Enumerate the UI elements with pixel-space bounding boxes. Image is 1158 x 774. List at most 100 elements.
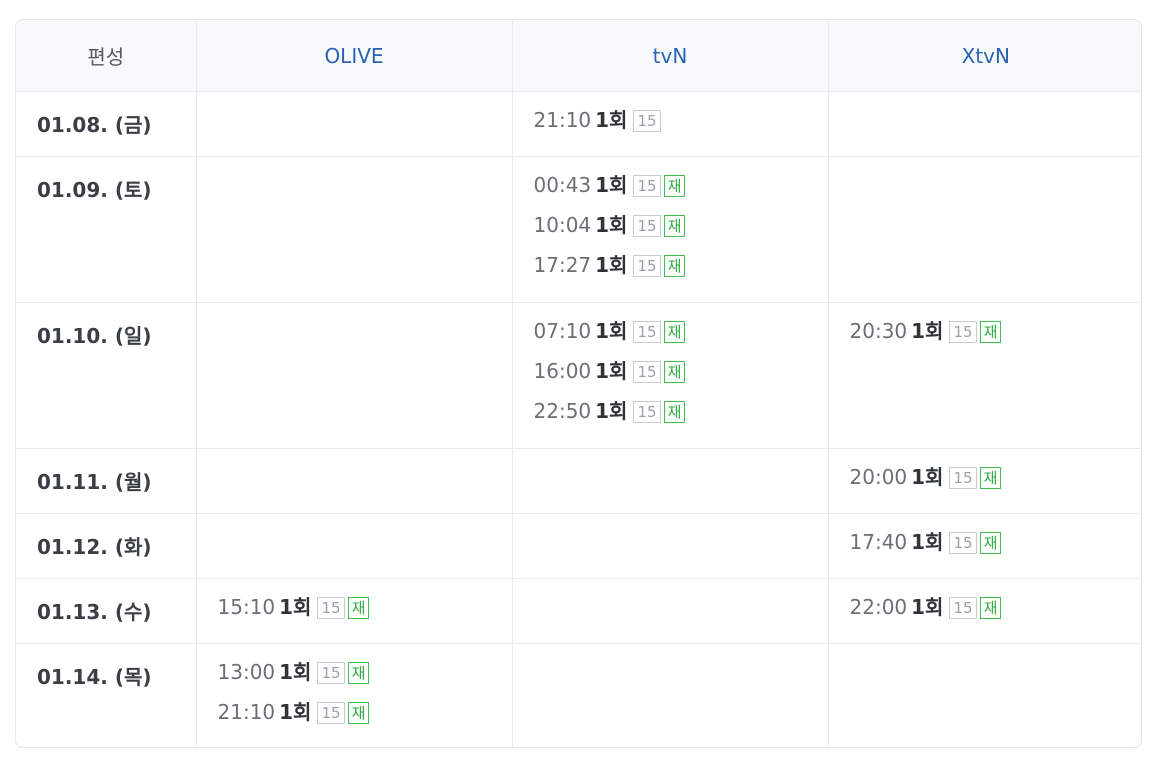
- air-time: 22:00: [849, 595, 908, 619]
- row-date: 01.08. (금): [16, 91, 197, 157]
- cell-tvn: 07:10 1회 15 재 16:00 1회 15 재 22:50 1회 15 재: [512, 302, 829, 449]
- cell-olive: [196, 448, 513, 514]
- broadcast-slot[interactable]: 21:10 1회 15 재: [218, 701, 492, 741]
- broadcast-slot[interactable]: 20:00 1회 15 재: [850, 466, 1124, 506]
- episode-label: 1회: [911, 465, 944, 489]
- broadcast-slot[interactable]: 21:10 1회 15: [534, 109, 808, 149]
- cell-xtvn: 17:40 1회 15 재: [828, 513, 1141, 579]
- air-time: 21:10: [533, 108, 592, 132]
- cell-olive: 15:10 1회 15 재: [196, 578, 513, 644]
- age-rating-badge: 15: [633, 401, 661, 423]
- schedule-table: 편성 OLIVE tvN XtvN 01.08. (금) 21:10 1회 15 01.…: [16, 20, 1141, 748]
- air-time: 21:10: [217, 700, 276, 724]
- age-rating-badge: 15: [633, 175, 661, 197]
- broadcast-slot[interactable]: 22:50 1회 15 재: [534, 400, 808, 440]
- air-time: 16:00: [533, 359, 592, 383]
- rerun-badge: 재: [663, 255, 686, 277]
- episode-label: 1회: [911, 530, 944, 554]
- cell-xtvn: [828, 91, 1141, 157]
- broadcast-slot[interactable]: 17:27 1회 15 재: [534, 254, 808, 294]
- air-time: 20:00: [849, 465, 908, 489]
- broadcast-slot[interactable]: 22:00 1회 15 재: [850, 596, 1124, 636]
- broadcast-slot[interactable]: 20:30 1회 15 재: [850, 320, 1124, 360]
- rerun-badge: 재: [979, 532, 1002, 554]
- broadcast-slot[interactable]: 17:40 1회 15 재: [850, 531, 1124, 571]
- air-time: 13:00: [217, 660, 276, 684]
- age-rating-badge: 15: [949, 532, 977, 554]
- cell-xtvn: 20:00 1회 15 재: [828, 448, 1141, 514]
- header-schedule: 편성: [16, 20, 197, 92]
- cell-tvn: [512, 513, 829, 579]
- row-date: 01.13. (수): [16, 578, 197, 644]
- episode-label: 1회: [595, 319, 628, 343]
- rerun-badge: 재: [979, 321, 1002, 343]
- header-channel-tvn[interactable]: tvN: [512, 20, 829, 92]
- rerun-badge: 재: [347, 702, 370, 724]
- rerun-badge: 재: [663, 321, 686, 343]
- episode-label: 1회: [595, 213, 628, 237]
- episode-label: 1회: [279, 595, 312, 619]
- cell-xtvn: [828, 156, 1141, 303]
- table-header-row: 편성 OLIVE tvN XtvN: [16, 20, 1141, 92]
- row-date: 01.12. (화): [16, 513, 197, 579]
- table-row: 01.14. (목) 13:00 1회 15 재 21:10 1회 15 재: [16, 643, 1141, 748]
- cell-xtvn: 20:30 1회 15 재: [828, 302, 1141, 449]
- age-rating-badge: 15: [633, 215, 661, 237]
- episode-label: 1회: [595, 253, 628, 277]
- episode-label: 1회: [279, 700, 312, 724]
- episode-label: 1회: [279, 660, 312, 684]
- air-time: 22:50: [533, 399, 592, 423]
- broadcast-slot[interactable]: 00:43 1회 15 재: [534, 174, 808, 214]
- rerun-badge: 재: [979, 597, 1002, 619]
- cell-olive: [196, 91, 513, 157]
- cell-xtvn: [828, 644, 1141, 748]
- episode-label: 1회: [595, 108, 628, 132]
- schedule-table-container: 편성 OLIVE tvN XtvN 01.08. (금) 21:10 1회 15 01.…: [15, 19, 1142, 748]
- age-rating-badge: 15: [317, 597, 345, 619]
- air-time: 15:10: [217, 595, 276, 619]
- broadcast-slot[interactable]: 16:00 1회 15 재: [534, 360, 808, 400]
- age-rating-badge: 15: [317, 662, 345, 684]
- age-rating-badge: 15: [949, 467, 977, 489]
- cell-xtvn: 22:00 1회 15 재: [828, 578, 1141, 644]
- table-row: 01.10. (일) 07:10 1회 15 재 16:00 1회 15 재 22:50 1회 15 재…: [16, 302, 1141, 449]
- cell-tvn: 21:10 1회 15: [512, 91, 829, 157]
- air-time: 10:04: [533, 213, 592, 237]
- rerun-badge: 재: [347, 597, 370, 619]
- row-date: 01.14. (목): [16, 643, 197, 747]
- air-time: 17:27: [533, 253, 592, 277]
- cell-olive: [196, 156, 513, 303]
- broadcast-slot[interactable]: 15:10 1회 15 재: [218, 596, 492, 636]
- rerun-badge: 재: [979, 467, 1002, 489]
- broadcast-slot[interactable]: 07:10 1회 15 재: [534, 320, 808, 360]
- broadcast-slot[interactable]: 13:00 1회 15 재: [218, 661, 492, 701]
- cell-olive: [196, 513, 513, 579]
- row-date: 01.11. (월): [16, 448, 197, 514]
- header-channel-xtvn[interactable]: XtvN: [828, 20, 1141, 92]
- air-time: 07:10: [533, 319, 592, 343]
- air-time: 20:30: [849, 319, 908, 343]
- table-row: 01.08. (금) 21:10 1회 15: [16, 91, 1141, 157]
- header-channel-olive[interactable]: OLIVE: [196, 20, 513, 92]
- cell-tvn: [512, 448, 829, 514]
- air-time: 17:40: [849, 530, 908, 554]
- cell-tvn: [512, 578, 829, 644]
- cell-tvn: [512, 643, 829, 747]
- cell-olive: 13:00 1회 15 재 21:10 1회 15 재: [196, 643, 513, 747]
- table-row: 01.12. (화) 17:40 1회 15 재: [16, 513, 1141, 579]
- age-rating-badge: 15: [633, 361, 661, 383]
- age-rating-badge: 15: [317, 702, 345, 724]
- rerun-badge: 재: [663, 361, 686, 383]
- row-date: 01.09. (토): [16, 156, 197, 303]
- episode-label: 1회: [595, 399, 628, 423]
- rerun-badge: 재: [663, 215, 686, 237]
- broadcast-slot[interactable]: 10:04 1회 15 재: [534, 214, 808, 254]
- age-rating-badge: 15: [633, 110, 661, 132]
- row-date: 01.10. (일): [16, 302, 197, 449]
- cell-olive: [196, 302, 513, 449]
- episode-label: 1회: [911, 595, 944, 619]
- age-rating-badge: 15: [633, 255, 661, 277]
- age-rating-badge: 15: [949, 597, 977, 619]
- table-row: 01.11. (월) 20:00 1회 15 재: [16, 448, 1141, 514]
- table-row: 01.13. (수) 15:10 1회 15 재 22:00 1회 15 재: [16, 578, 1141, 644]
